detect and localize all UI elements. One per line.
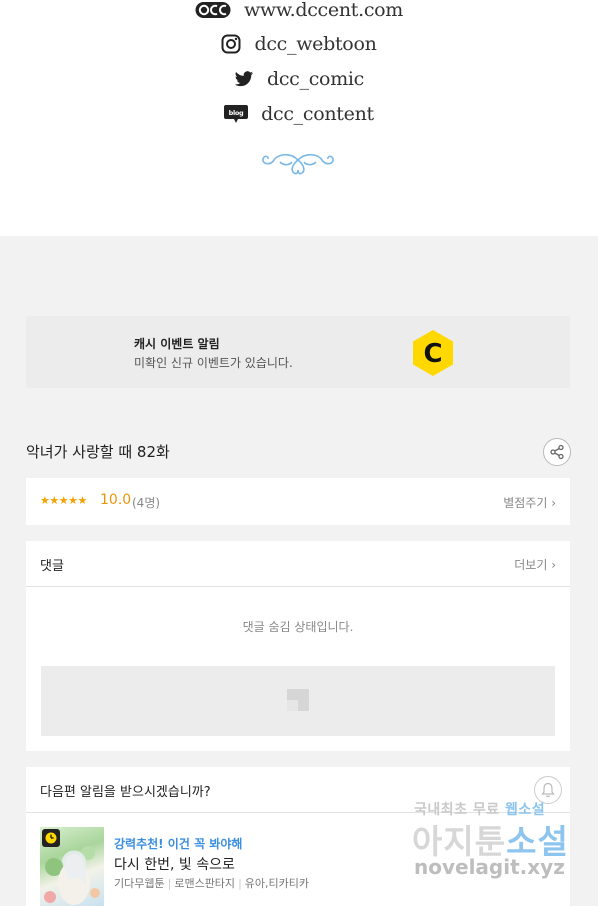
rating-card: ★★★★★ 10.0 (4명) 별점주기 › <box>26 478 570 525</box>
svg-text:blog: blog <box>229 109 244 117</box>
meta-author: 유아,티카티카 <box>244 877 309 890</box>
rating-score: 10.0 <box>100 492 132 508</box>
bell-icon <box>541 782 555 798</box>
event-message: 미확인 신규 이벤트가 있습니다. <box>134 356 293 370</box>
event-title: 캐시 이벤트 알림 <box>134 337 220 351</box>
website-link[interactable]: www.dccent.com <box>244 0 403 21</box>
twitter-row[interactable]: dcc_comic <box>0 64 598 94</box>
twitter-icon <box>234 70 254 88</box>
meta-category: 기다무웹툰 <box>114 877 165 890</box>
wait-free-badge <box>42 829 60 847</box>
comments-more-link[interactable]: 더보기 › <box>514 556 556 573</box>
comments-label: 댓글 <box>40 559 64 574</box>
cash-event-banner[interactable]: 캐시 이벤트 알림 미확인 신규 이벤트가 있습니다. C <box>26 316 570 388</box>
comments-card: 댓글 더보기 › 댓글 숨김 상태입니다. <box>26 541 570 751</box>
dcc-logo-icon <box>195 1 231 19</box>
rating-stars: ★★★★★ <box>40 494 87 507</box>
rating-count: (4명) <box>132 496 161 510</box>
recommendation-tag: 강력추천! 이건 꼭 봐야해 <box>114 837 243 851</box>
instagram-handle[interactable]: dcc_webtoon <box>254 33 376 55</box>
ad-placeholder <box>41 666 555 736</box>
site-watermark: 국내최초 무료 웹소설 아지툰소설 novelagit.xyz <box>408 797 594 887</box>
blog-row[interactable]: blog dcc_content <box>0 99 598 129</box>
share-icon <box>550 444 564 460</box>
blog-name[interactable]: dcc_content <box>261 103 374 125</box>
recommended-meta: 기다무웹툰 | 로맨스판타지 | 유아,티카티카 <box>114 877 309 890</box>
rate-button[interactable]: 별점주기 › <box>503 494 556 511</box>
twitter-handle[interactable]: dcc_comic <box>267 68 364 90</box>
recommended-thumbnail[interactable] <box>40 827 104 906</box>
cash-logo-letter: C <box>423 339 442 369</box>
watermark-url: novelagit.xyz <box>414 855 565 879</box>
publisher-info: www.dccent.com dcc_webtoon dcc_comic blo… <box>0 0 598 236</box>
comments-header: 댓글 더보기 › <box>26 541 570 587</box>
flourish-ornament <box>262 153 334 175</box>
recommended-title[interactable]: 다시 한번, 빛 속으로 <box>114 854 235 874</box>
alert-question: 다음편 알림을 받으시겠습니까? <box>40 785 211 800</box>
cash-logo-icon: C <box>413 330 453 376</box>
blog-icon: blog <box>224 104 249 124</box>
share-button[interactable] <box>543 438 571 466</box>
clock-icon <box>45 832 57 844</box>
instagram-row[interactable]: dcc_webtoon <box>0 29 598 59</box>
website-row[interactable]: www.dccent.com <box>0 0 598 25</box>
meta-genre: 로맨스판타지 <box>174 877 236 890</box>
placeholder-icon <box>287 689 309 711</box>
instagram-icon <box>221 34 241 54</box>
comments-hidden-message: 댓글 숨김 상태입니다. <box>242 620 354 634</box>
episode-title: 악녀가 사랑할 때 82화 <box>26 443 170 461</box>
